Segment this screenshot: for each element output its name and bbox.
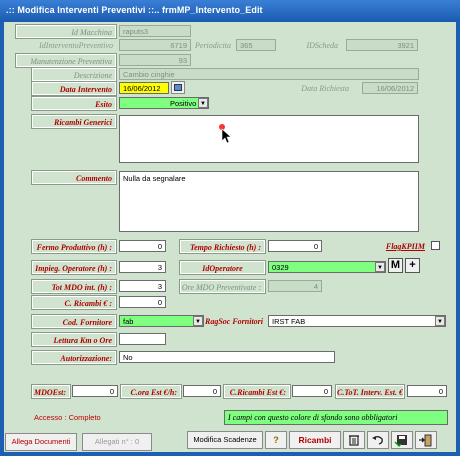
calendar-button[interactable] bbox=[171, 81, 185, 94]
exit-button[interactable] bbox=[415, 431, 437, 449]
cod-fornitore-select[interactable]: fab ▼ bbox=[119, 315, 204, 327]
fermo-produttivo-label: Fermo Produttivo (h) : bbox=[31, 239, 117, 254]
required-fields-note: I campi con questo colore di sfondo sono… bbox=[224, 410, 448, 425]
esito-label: Esito bbox=[31, 96, 117, 111]
lettura-km-label: Lettura Km o Ore bbox=[31, 332, 117, 347]
esito-value: Positivo bbox=[170, 99, 197, 108]
c-ricambi-field[interactable]: 0 bbox=[119, 296, 166, 308]
save-button[interactable] bbox=[391, 431, 413, 449]
access-status: Accesso : Completo bbox=[34, 413, 101, 422]
autorizzazione-field[interactable]: No bbox=[119, 351, 335, 363]
mouse-cursor-icon bbox=[219, 124, 232, 144]
commento-label: Commento bbox=[31, 170, 117, 185]
commento-field[interactable]: Nulla da segnalare bbox=[119, 171, 419, 232]
periodicita-field: 365 bbox=[236, 39, 276, 51]
id-intervento-label: IdInterventoPreventivo bbox=[39, 41, 113, 50]
impieg-operatore-label: Impieg. Operatore (h) : bbox=[31, 260, 117, 275]
c-ora-est-field[interactable]: 0 bbox=[183, 385, 221, 397]
chevron-down-icon[interactable]: ▼ bbox=[375, 262, 385, 272]
c-ricambi-est-label: C.Ricambi Est €: bbox=[223, 384, 291, 399]
impieg-operatore-field[interactable]: 3 bbox=[119, 261, 166, 273]
ragsoc-label: RagSoc Fornitori bbox=[204, 317, 263, 326]
save-icon bbox=[394, 435, 407, 448]
data-richiesta-label: Data Richiesta bbox=[301, 84, 349, 93]
form-body: Id Macchina raputs3 IdInterventoPreventi… bbox=[4, 22, 456, 452]
flag-kpi-label: FlagKPIIM bbox=[385, 242, 425, 251]
descrizione-field: Cambio cinghie bbox=[119, 68, 419, 80]
esito-select[interactable]: Positivo ▼ bbox=[119, 97, 209, 109]
c-ora-est-label: C.ora Est €/h: bbox=[120, 384, 182, 399]
add-operator-button[interactable]: + bbox=[405, 258, 420, 273]
allegati-button[interactable]: Allegati n° : 0 bbox=[82, 433, 152, 451]
cod-fornitore-value: fab bbox=[123, 317, 134, 326]
m-button[interactable]: M bbox=[388, 258, 403, 273]
ragsoc-select[interactable]: IRST FAB ▼ bbox=[268, 315, 446, 327]
periodicita-label: Periodicita bbox=[195, 41, 231, 50]
lettura-km-field[interactable] bbox=[119, 333, 166, 345]
calendar-icon bbox=[174, 84, 182, 91]
window-title: .:: Modifica Interventi Preventivi ::.. … bbox=[6, 5, 263, 15]
cod-fornitore-label: Cod. Fornitore bbox=[31, 314, 117, 329]
tempo-richiesto-label: Tempo Richiesto (h) : bbox=[179, 239, 266, 254]
descrizione-label: Descrizione bbox=[31, 67, 117, 82]
id-macchina-field: raputs3 bbox=[119, 25, 191, 37]
mdo-est-field[interactable]: 0 bbox=[72, 385, 118, 397]
data-richiesta-field: 16/06/2012 bbox=[362, 82, 418, 94]
ricambi-generici-label: Ricambi Generici bbox=[31, 114, 117, 129]
modifica-scadenze-button[interactable]: Modifica Scadenze bbox=[187, 431, 263, 449]
flag-kpi-checkbox[interactable] bbox=[431, 241, 440, 250]
chevron-down-icon[interactable]: ▼ bbox=[193, 316, 203, 326]
ore-mdo-field: 4 bbox=[268, 280, 322, 292]
undo-button[interactable] bbox=[367, 431, 389, 449]
exit-door-icon bbox=[419, 434, 432, 447]
chevron-down-icon[interactable]: ▼ bbox=[198, 98, 208, 108]
c-ricambi-label: C. Ricambi € : bbox=[31, 295, 117, 310]
c-tot-interv-label: C.ToT. Interv. Est. € bbox=[335, 384, 405, 399]
ricambi-button[interactable]: Ricambi bbox=[289, 431, 341, 449]
data-intervento-field[interactable]: 16/06/2012 bbox=[119, 82, 169, 94]
undo-icon bbox=[372, 436, 383, 445]
c-ricambi-est-field[interactable]: 0 bbox=[292, 385, 332, 397]
tot-mdo-label: Tot MDO int. (h) : bbox=[31, 279, 117, 294]
id-macchina-label: Id Macchina bbox=[15, 24, 117, 39]
data-intervento-label: Data Intervento bbox=[31, 81, 117, 96]
manutenzione-label: Manutenzione Preventiva bbox=[15, 53, 117, 68]
idscheda-field: 3921 bbox=[346, 39, 418, 51]
title-bar[interactable]: .:: Modifica Interventi Preventivi ::.. … bbox=[0, 0, 460, 22]
window: .:: Modifica Interventi Preventivi ::.. … bbox=[0, 0, 460, 456]
tempo-richiesto-field[interactable]: 0 bbox=[268, 240, 322, 252]
autorizzazione-label: Autorizzazione: bbox=[31, 350, 117, 365]
help-button[interactable]: ? bbox=[265, 431, 287, 449]
id-operatore-label: IdOperatore bbox=[179, 260, 266, 275]
idscheda-label: IDScheda bbox=[306, 41, 338, 50]
ore-mdo-label: Ore MDO Preventivate : bbox=[179, 279, 266, 294]
help-icon: ? bbox=[273, 435, 279, 445]
id-operatore-select[interactable]: 0329 ▼ bbox=[268, 261, 386, 273]
c-tot-interv-field[interactable]: 0 bbox=[407, 385, 447, 397]
fermo-produttivo-field[interactable]: 0 bbox=[119, 240, 166, 252]
tot-mdo-field[interactable]: 3 bbox=[119, 280, 166, 292]
allega-documenti-button[interactable]: Allega Documenti bbox=[5, 433, 77, 451]
id-intervento-field: 6719 bbox=[119, 39, 191, 51]
mdo-est-label: MDOEst: bbox=[31, 384, 71, 399]
ragsoc-value: IRST FAB bbox=[272, 317, 306, 326]
manutenzione-field: 93 bbox=[119, 54, 191, 66]
id-operatore-value: 0329 bbox=[272, 263, 289, 272]
trash-icon bbox=[349, 435, 359, 446]
chevron-down-icon[interactable]: ▼ bbox=[435, 316, 445, 326]
ricambi-generici-field[interactable] bbox=[119, 115, 419, 163]
delete-button[interactable] bbox=[343, 431, 365, 449]
